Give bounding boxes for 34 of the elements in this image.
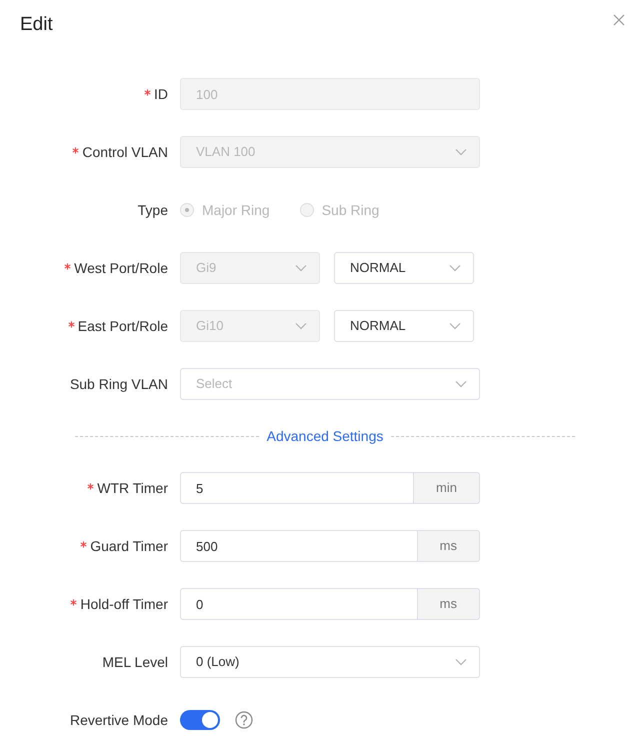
radio-label: Sub Ring (322, 200, 380, 220)
field-label: WTR Timer (97, 479, 168, 497)
field-label: West Port/Role (74, 259, 168, 277)
field-label: MEL Level (102, 653, 168, 671)
chevron-down-icon (295, 322, 307, 330)
chevron-down-icon (455, 380, 467, 388)
input-field[interactable]: 500 (180, 530, 418, 562)
radio-label: Major Ring (202, 200, 270, 220)
unit-label: min (414, 472, 480, 504)
help-icon[interactable] (235, 711, 253, 729)
advanced-settings-link[interactable]: Advanced Settings (258, 426, 392, 446)
unit-label: ms (418, 588, 480, 620)
field-label: Type (138, 201, 168, 219)
field-label: Hold-off Timer (80, 595, 168, 613)
select-field[interactable]: 0 (Low) (180, 646, 480, 678)
field-label: Control VLAN (82, 143, 168, 161)
field-label: Revertive Mode (70, 711, 168, 729)
chevron-down-icon (449, 322, 461, 330)
input-field[interactable]: 5 (180, 472, 414, 504)
chevron-down-icon (449, 264, 461, 272)
unit-label: ms (418, 530, 480, 562)
field-label: East Port/Role (78, 317, 168, 335)
select-field[interactable]: NORMAL (334, 252, 474, 284)
chevron-down-icon (295, 264, 307, 272)
toggle-switch[interactable] (180, 710, 220, 730)
field-label: ID (154, 85, 168, 103)
dialog-title: Edit (20, 13, 53, 37)
chevron-down-icon (455, 148, 467, 156)
field-label: Guard Timer (90, 537, 168, 555)
chevron-down-icon (455, 658, 467, 666)
select-field[interactable]: NORMAL (334, 310, 474, 342)
field-label: Sub Ring VLAN (70, 375, 168, 393)
input-field[interactable]: 0 (180, 588, 418, 620)
close-icon[interactable] (613, 14, 625, 26)
